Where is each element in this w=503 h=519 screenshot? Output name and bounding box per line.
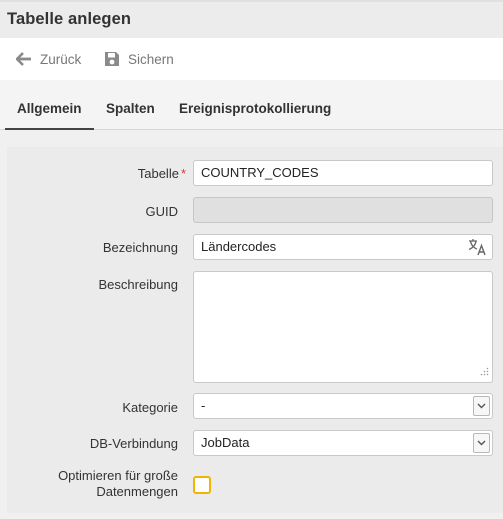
- guid-input: [193, 197, 493, 223]
- save-button[interactable]: Sichern: [104, 38, 174, 80]
- optimize-label-line1: Optimieren für große: [58, 468, 178, 483]
- chevron-down-icon[interactable]: [473, 433, 490, 453]
- title-bar: Tabelle anlegen: [0, 0, 503, 38]
- guid-label: GUID: [145, 204, 179, 219]
- required-marker: *: [180, 166, 186, 181]
- page-title: Tabelle anlegen: [7, 10, 132, 28]
- designation-label: Bezeichnung: [102, 240, 178, 255]
- category-label: Kategorie: [122, 400, 178, 415]
- floppy-disk-icon: [105, 52, 119, 66]
- optimize-checkbox[interactable]: [193, 476, 211, 494]
- resize-grip-icon[interactable]: [480, 364, 489, 379]
- table-label-text: Tabelle: [137, 166, 179, 181]
- tab-bar: Allgemein Spalten Ereignisprotokollierun…: [0, 80, 503, 130]
- tab-allgemein[interactable]: Allgemein: [5, 80, 94, 130]
- chevron-down-icon[interactable]: [473, 396, 490, 416]
- table-name-value: COUNTRY_CODES: [201, 165, 319, 180]
- translate-icon[interactable]: [468, 238, 487, 264]
- arrow-left-icon: [16, 52, 31, 66]
- db-connection-label: DB-Verbindung: [89, 436, 178, 451]
- category-selected: -: [201, 398, 206, 413]
- tab-spalten[interactable]: Spalten: [106, 80, 155, 130]
- toolbar: Zurück Sichern: [0, 38, 503, 80]
- tab-ereignisprotokollierung[interactable]: Ereignisprotokollierung: [179, 80, 331, 130]
- db-connection-select[interactable]: JobData: [193, 430, 493, 456]
- description-label: Beschreibung: [98, 277, 179, 292]
- table-name-input[interactable]: COUNTRY_CODES: [193, 160, 493, 186]
- db-connection-selected: JobData: [201, 435, 250, 450]
- back-button[interactable]: Zurück: [16, 38, 81, 80]
- designation-value: Ländercodes: [201, 239, 277, 254]
- save-button-label: Sichern: [128, 51, 174, 67]
- back-button-label: Zurück: [40, 51, 82, 67]
- optimize-label-line2: Datenmengen: [96, 484, 178, 499]
- description-textarea[interactable]: [193, 271, 493, 383]
- designation-input[interactable]: Ländercodes: [193, 234, 493, 260]
- category-select[interactable]: -: [193, 393, 493, 419]
- table-label: Tabelle *: [60, 166, 186, 181]
- optimize-label: Optimieren für große Datenmengen: [30, 468, 178, 500]
